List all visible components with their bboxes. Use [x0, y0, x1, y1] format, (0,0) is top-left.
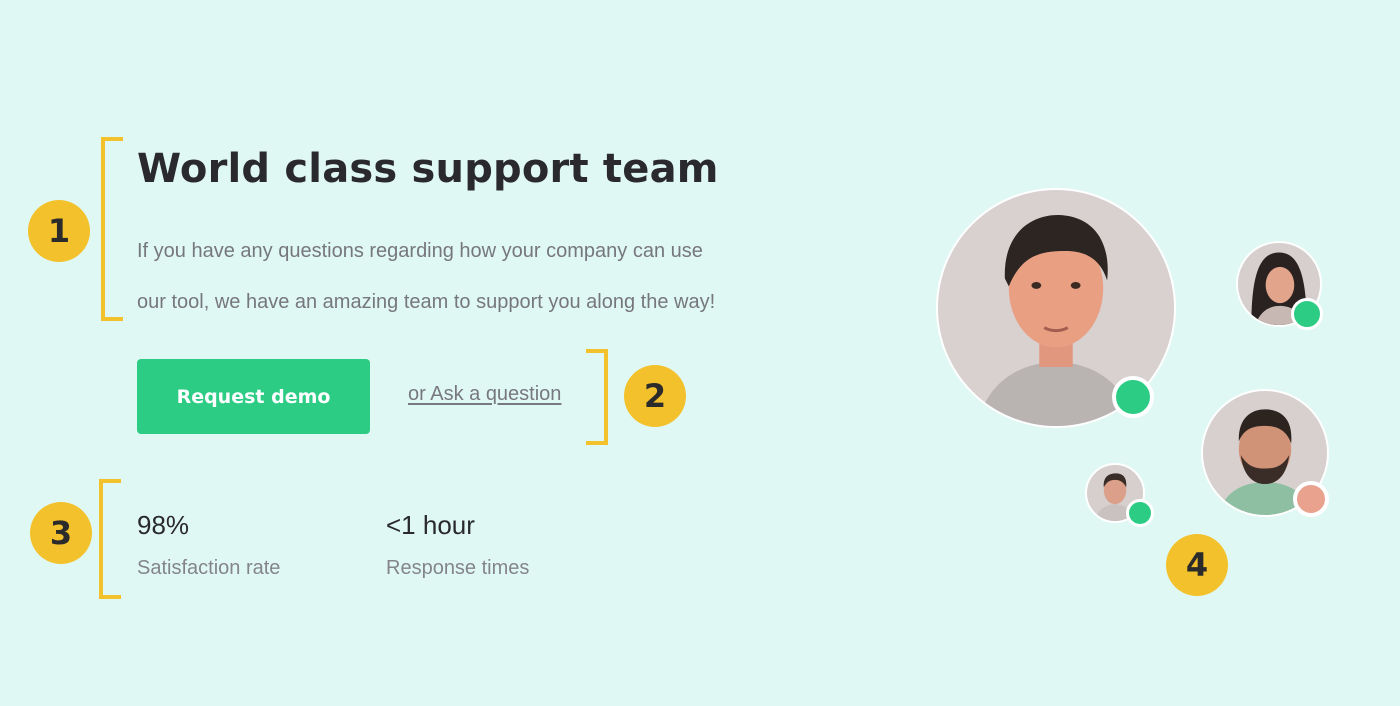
response-time-label: Response times [386, 557, 530, 579]
response-time-value: <1 hour [386, 510, 475, 540]
annotation-badge-1: 1 [28, 200, 90, 262]
satisfaction-rate-value: 98% [137, 510, 190, 540]
hero-description: If you have any questions regarding how … [137, 226, 797, 328]
annotation-badge-3: 3 [30, 502, 92, 564]
satisfaction-rate-label: Satisfaction rate [137, 557, 281, 579]
online-status-dot [1112, 376, 1154, 418]
request-demo-button[interactable]: Request demo [137, 359, 370, 434]
description-line-2: our tool, we have an amazing team to sup… [137, 291, 716, 313]
description-line-1: If you have any questions regarding how … [137, 240, 703, 262]
annotation-badge-4: 4 [1166, 534, 1228, 596]
annotation-bracket-3 [99, 479, 121, 599]
annotation-bracket-1 [101, 137, 123, 321]
annotation-bracket-2 [586, 349, 608, 445]
ask-question-link[interactable]: or Ask a question [408, 383, 561, 406]
online-status-dot [1291, 298, 1323, 330]
online-status-dot [1126, 499, 1154, 527]
away-status-dot [1293, 481, 1329, 517]
annotation-badge-2: 2 [624, 365, 686, 427]
page-title: World class support team [137, 146, 719, 192]
